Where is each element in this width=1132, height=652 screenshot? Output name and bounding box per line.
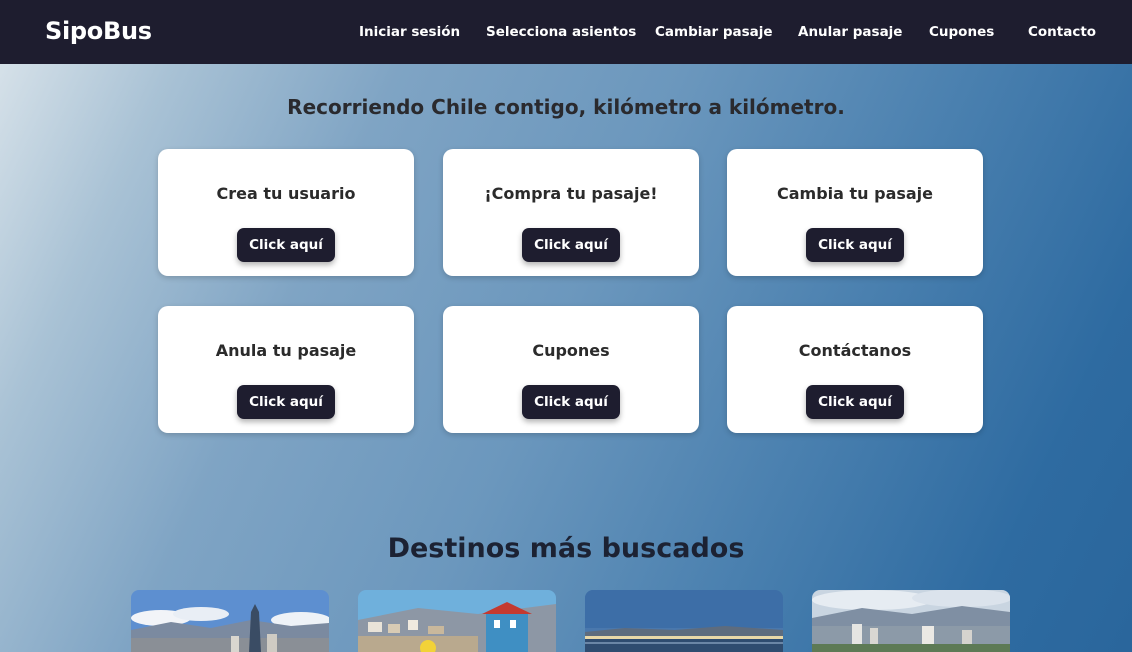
create-user-button[interactable]: Click aquí <box>237 228 335 262</box>
nav-change-ticket[interactable]: Cambiar pasaje <box>655 24 773 40</box>
card-cancel-ticket: Anula tu pasaje Click aquí <box>158 306 414 433</box>
card-create-user: Crea tu usuario Click aquí <box>158 149 414 276</box>
card-change-ticket: Cambia tu pasaje Click aquí <box>727 149 983 276</box>
card-title: Anula tu pasaje <box>215 341 357 360</box>
coupons-button[interactable]: Click aquí <box>522 385 620 419</box>
cancel-ticket-button[interactable]: Click aquí <box>237 385 335 419</box>
card-contact: Contáctanos Click aquí <box>727 306 983 433</box>
nav-select-seats[interactable]: Selecciona asientos <box>486 24 636 40</box>
nav-cancel-ticket[interactable]: Anular pasaje <box>798 24 902 40</box>
destinations-title: Destinos más buscados <box>387 533 745 564</box>
card-title: Contáctanos <box>798 341 912 360</box>
card-title: Cupones <box>532 341 610 360</box>
buy-ticket-button[interactable]: Click aquí <box>522 228 620 262</box>
contact-button[interactable]: Click aquí <box>806 385 904 419</box>
card-buy-ticket: ¡Compra tu pasaje! Click aquí <box>443 149 699 276</box>
navbar: SipoBus Iniciar sesión Selecciona asient… <box>0 0 1132 64</box>
card-coupons: Cupones Click aquí <box>443 306 699 433</box>
destination-image-valparaiso[interactable] <box>358 590 556 652</box>
nav-contact[interactable]: Contacto <box>1028 24 1096 40</box>
nav-links: Iniciar sesión Selecciona asientos Cambi… <box>0 24 1132 44</box>
destination-image-puerto-montt[interactable] <box>585 590 783 652</box>
nav-coupons[interactable]: Cupones <box>929 24 994 40</box>
card-title: Crea tu usuario <box>216 184 356 203</box>
nav-login[interactable]: Iniciar sesión <box>359 24 460 40</box>
card-title: Cambia tu pasaje <box>776 184 934 203</box>
hero-tagline: Recorriendo Chile contigo, kilómetro a k… <box>287 95 845 119</box>
change-ticket-button[interactable]: Click aquí <box>806 228 904 262</box>
destination-image-santiago[interactable] <box>131 590 329 652</box>
card-title: ¡Compra tu pasaje! <box>484 184 658 203</box>
destination-image-punta-arenas[interactable] <box>812 590 1010 652</box>
